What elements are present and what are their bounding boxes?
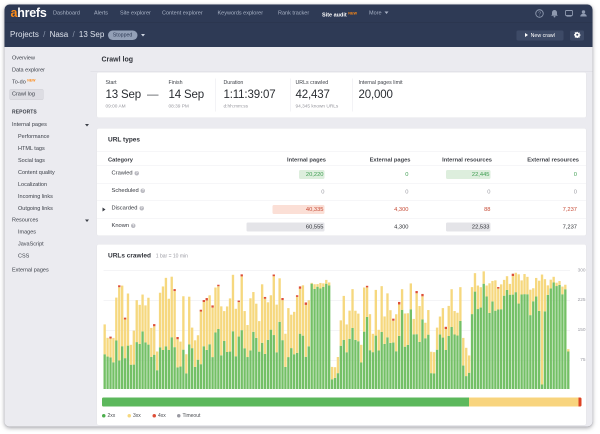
svg-text:?: ? [538,12,541,18]
